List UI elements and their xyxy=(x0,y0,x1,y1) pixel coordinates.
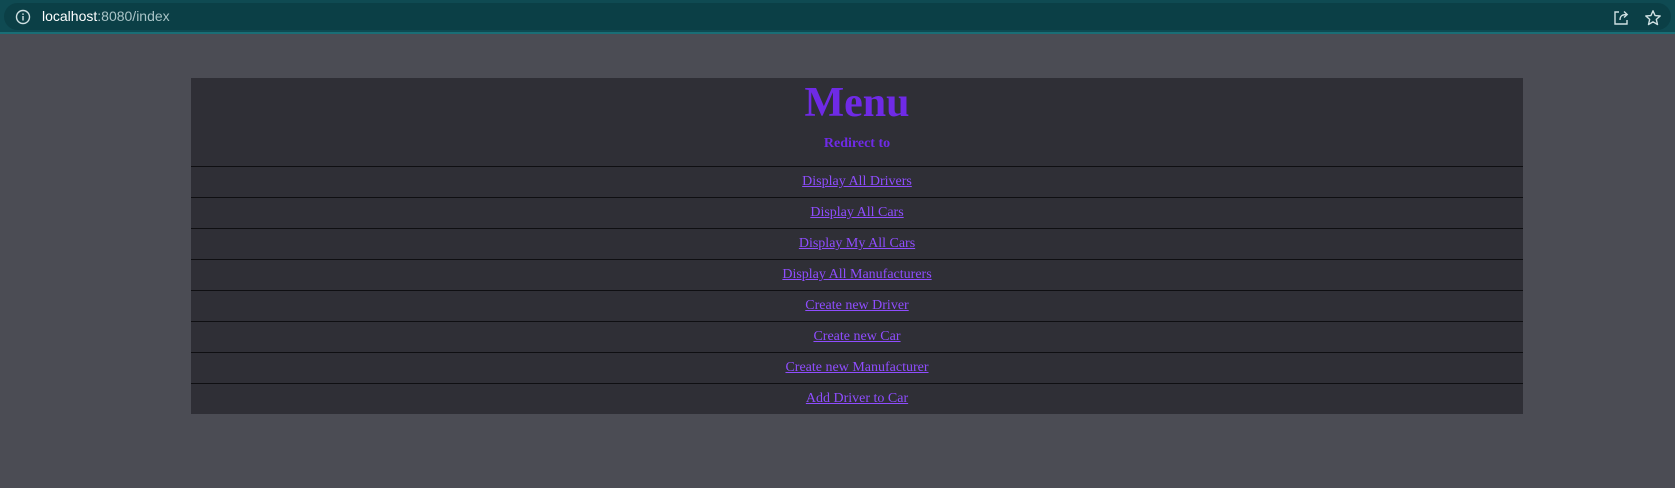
page-title: Menu xyxy=(804,80,910,126)
star-icon[interactable] xyxy=(1644,9,1662,27)
url-host: localhost xyxy=(42,8,98,24)
share-icon[interactable] xyxy=(1612,9,1630,27)
menu-cell: Create new Driver xyxy=(191,290,1523,322)
table-row: Create new Car xyxy=(191,321,1523,353)
menu-cell: Create new Car xyxy=(191,321,1523,353)
menu-header-row: Menu Redirect to xyxy=(191,78,1523,167)
page-subtitle: Redirect to xyxy=(823,136,891,151)
menu-cell: Add Driver to Car xyxy=(191,383,1523,414)
link-create-new-manufacturer[interactable]: Create new Manufacturer xyxy=(785,360,928,375)
link-display-all-manufacturers[interactable]: Display All Manufacturers xyxy=(782,267,931,282)
table-row: Display All Drivers xyxy=(191,166,1523,198)
link-create-new-driver[interactable]: Create new Driver xyxy=(805,298,908,313)
menu-cell: Display All Manufacturers xyxy=(191,259,1523,291)
page-content: Menu Redirect to Display All Drivers Dis… xyxy=(0,34,1675,488)
table-row: Create new Driver xyxy=(191,290,1523,322)
address-bar[interactable]: localhost:8080/index xyxy=(4,3,1671,30)
menu-header: Menu Redirect to xyxy=(191,78,1523,167)
link-add-driver-to-car[interactable]: Add Driver to Car xyxy=(806,391,908,406)
url-text[interactable]: localhost:8080/index xyxy=(42,8,170,25)
menu-cell: Display My All Cars xyxy=(191,228,1523,260)
menu-cell: Create new Manufacturer xyxy=(191,352,1523,384)
link-create-new-car[interactable]: Create new Car xyxy=(813,329,900,344)
menu-table: Menu Redirect to Display All Drivers Dis… xyxy=(191,78,1523,414)
link-display-my-all-cars[interactable]: Display My All Cars xyxy=(799,236,915,251)
link-display-all-cars[interactable]: Display All Cars xyxy=(810,205,903,220)
info-icon[interactable] xyxy=(15,9,31,25)
browser-toolbar: localhost:8080/index xyxy=(0,0,1675,34)
table-row: Add Driver to Car xyxy=(191,383,1523,414)
menu-cell: Display All Cars xyxy=(191,197,1523,229)
menu-cell: Display All Drivers xyxy=(191,166,1523,198)
table-row: Create new Manufacturer xyxy=(191,352,1523,384)
table-row: Display My All Cars xyxy=(191,228,1523,260)
table-row: Display All Cars xyxy=(191,197,1523,229)
url-path: :8080/index xyxy=(97,8,170,24)
table-row: Display All Manufacturers xyxy=(191,259,1523,291)
link-display-all-drivers[interactable]: Display All Drivers xyxy=(802,174,912,189)
